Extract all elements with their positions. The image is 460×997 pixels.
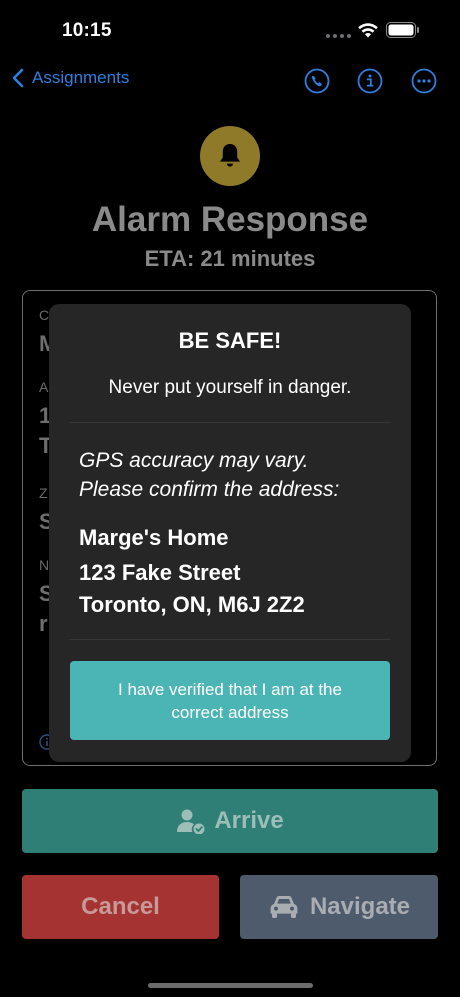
cellular-signal-icon (326, 34, 351, 38)
more-options-icon[interactable] (411, 68, 437, 94)
back-button[interactable]: Assignments (12, 68, 129, 88)
chevron-left-icon (12, 68, 24, 88)
arrive-button-label: Arrive (214, 807, 284, 834)
detail-label-peek: C (39, 307, 50, 323)
divider (69, 639, 391, 640)
arrive-button[interactable]: Arrive (22, 789, 438, 853)
wifi-icon (358, 23, 378, 38)
alarm-badge (200, 126, 260, 186)
user-check-icon (177, 809, 205, 834)
navigate-button[interactable]: Navigate (240, 875, 438, 939)
confirm-address-button[interactable]: I have verified that I am at the correct… (70, 661, 390, 740)
detail-label-peek: A (39, 379, 49, 395)
divider (69, 422, 391, 423)
home-indicator[interactable] (148, 983, 313, 988)
car-icon (270, 896, 298, 918)
gps-note-line-1: GPS accuracy may vary. (79, 449, 309, 472)
battery-icon (386, 22, 419, 38)
phone-icon[interactable] (304, 68, 330, 94)
gps-note-line-2: Please confirm the address: (79, 478, 340, 501)
status-bar: 10:15 (0, 0, 460, 60)
gps-note: GPS accuracy may vary. Please confirm th… (79, 446, 391, 504)
bell-icon (220, 144, 240, 167)
eta-label: ETA: 21 minutes (144, 246, 316, 271)
status-time: 10:15 (62, 20, 112, 41)
navigation-bar: Assignments (0, 62, 460, 102)
address-name: Marge's Home (79, 525, 229, 550)
address-city: Toronto, ON, M6J 2Z2 (79, 592, 305, 617)
page-title: Alarm Response (91, 200, 369, 239)
detail-label-peek: N (39, 557, 50, 573)
info-icon[interactable] (357, 68, 383, 94)
cancel-button[interactable]: Cancel (22, 875, 219, 939)
detail-label-peek: Z (39, 485, 48, 501)
safety-modal: BE SAFE! Never put yourself in danger. G… (49, 304, 411, 762)
modal-warning: Never put yourself in danger. (108, 377, 352, 398)
back-button-label: Assignments (32, 68, 130, 87)
detail-value-peek: r (39, 611, 48, 636)
navigate-button-label: Navigate (309, 893, 411, 920)
modal-title: BE SAFE! (178, 328, 282, 353)
cancel-button-label: Cancel (81, 893, 160, 920)
address-street: 123 Fake Street (79, 560, 241, 585)
